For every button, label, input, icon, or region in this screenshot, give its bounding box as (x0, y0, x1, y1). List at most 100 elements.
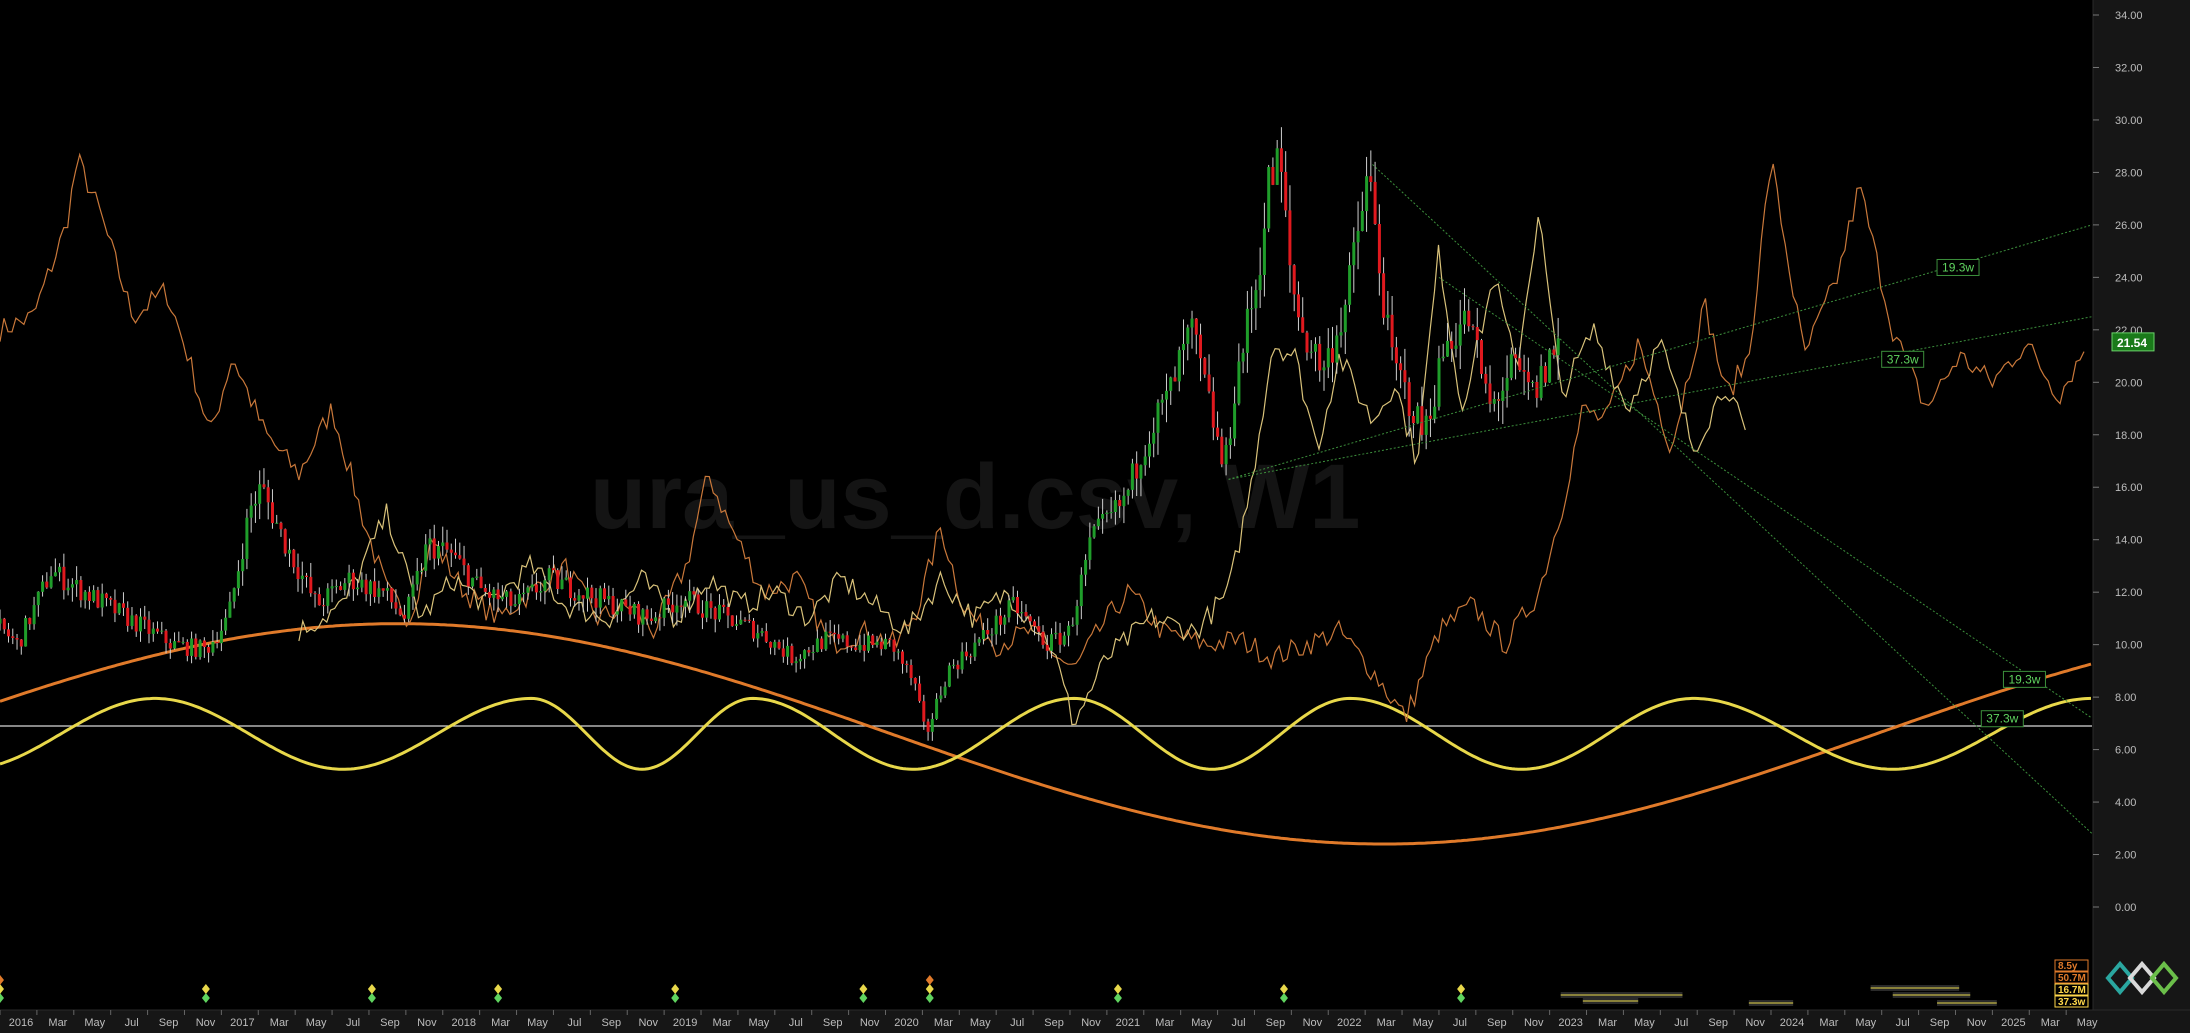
x-tick-label: Mar (270, 1017, 289, 1029)
candle-up (1262, 228, 1266, 275)
candle-up (181, 641, 185, 643)
candle-up (198, 640, 202, 657)
candle-up (543, 580, 547, 592)
candle-down (879, 641, 883, 650)
y-tick-label: 2.00 (2115, 850, 2136, 862)
candle-up (1228, 438, 1232, 445)
candle-down (1211, 391, 1215, 428)
candle-up (407, 596, 411, 619)
candle-up (815, 638, 819, 652)
candle-down (279, 522, 283, 530)
candle-down (769, 641, 773, 648)
candle-up (500, 596, 504, 600)
candle-down (479, 576, 483, 588)
candle-up (654, 617, 658, 622)
candle-up (1011, 597, 1015, 601)
x-tick-label: Sep (1044, 1017, 1064, 1029)
candle-up (505, 591, 509, 597)
candle-down (1382, 273, 1386, 318)
x-tick-label: Jul (789, 1017, 803, 1029)
cycle-chart[interactable]: ura_us_d.csv, W1 19.3w 37.3w 19.3w 37.3w 34… (0, 0, 2190, 1033)
x-tick-label: 2023 (1558, 1017, 1582, 1029)
candle-up (641, 609, 645, 625)
candle-up (1020, 612, 1024, 614)
x-tick-label: May (970, 1017, 991, 1029)
candle-down (445, 542, 449, 550)
candle-down (658, 617, 662, 619)
x-tick-label: Nov (860, 1017, 880, 1029)
y-tick-label: 34.00 (2115, 10, 2143, 22)
candle-down (309, 576, 313, 594)
candle-down (1271, 167, 1275, 185)
candle-down (496, 589, 500, 600)
candle-up (1241, 352, 1245, 362)
candle-down (488, 591, 492, 598)
x-tick-label: Mar (2041, 1017, 2060, 1029)
candle-down (1173, 377, 1177, 382)
candle-up (1079, 574, 1083, 607)
candle-down (1037, 626, 1041, 632)
candle-down (62, 566, 66, 591)
candle-up (875, 641, 879, 645)
x-tick-label: Jul (1453, 1017, 1467, 1029)
candle-down (1420, 406, 1424, 435)
candle-down (888, 638, 892, 640)
candle-down (317, 594, 321, 606)
candle-up (343, 583, 347, 590)
candle-down (820, 638, 824, 650)
candle-down (402, 614, 406, 619)
candle-down (1292, 265, 1296, 295)
candle-down (551, 568, 555, 571)
candle-up (564, 577, 568, 580)
x-tick-label: Sep (1708, 1017, 1728, 1029)
candle-up (1254, 290, 1258, 309)
y-tick-label: 0.00 (2115, 902, 2136, 914)
candle-down (1135, 463, 1139, 479)
candle-down (113, 599, 117, 614)
y-tick-label: 20.00 (2115, 377, 2143, 389)
candle-down (1318, 343, 1322, 371)
candle-up (794, 661, 798, 664)
candle-down (1216, 427, 1220, 437)
candle-up (224, 617, 228, 631)
candle-down (19, 639, 23, 647)
candle-up (1113, 500, 1117, 512)
candle-down (594, 598, 598, 608)
candle-down (692, 591, 696, 595)
candle-up (1446, 340, 1449, 357)
candle-up (1335, 335, 1339, 363)
candle-up (347, 572, 351, 584)
candle-up (1092, 526, 1096, 538)
candle-down (79, 580, 83, 601)
candle-up (1424, 415, 1428, 435)
x-tick-label: Mar (713, 1017, 732, 1029)
candle-up (1007, 600, 1011, 618)
candle-down (969, 656, 973, 658)
candle-down (764, 631, 768, 642)
candle-down (394, 602, 398, 609)
candle-up (760, 631, 764, 633)
x-tick-label: May (1413, 1017, 1434, 1029)
candle-up (1352, 242, 1356, 266)
candle-down (1399, 363, 1403, 371)
x-tick-label: Sep (823, 1017, 843, 1029)
candle-down (1194, 318, 1198, 335)
candle-up (1233, 403, 1237, 439)
candle-down (466, 565, 470, 587)
legend-label: 8.5y (2058, 961, 2078, 972)
candle-up (1156, 402, 1160, 433)
candle-up (1237, 361, 1241, 404)
cycle-legend: 8.5y50.7M16.7M37.3w (2054, 959, 2089, 1008)
candle-up (330, 586, 334, 589)
x-tick-label: Jul (567, 1017, 581, 1029)
candle-down (185, 641, 189, 656)
candle-down (581, 595, 585, 599)
candle-down (1394, 347, 1398, 364)
x-tick-label: Jul (1232, 1017, 1246, 1029)
candle-down (509, 591, 513, 606)
candle-down (364, 579, 368, 595)
candle-up (620, 599, 624, 612)
x-axis-panel: 2016 Mar May Jul Sep Nov 2017 Mar May Jul Sep Nov 20… (0, 1009, 2190, 1033)
x-tick-label: Sep (1487, 1017, 1507, 1029)
candle-down (709, 601, 713, 608)
